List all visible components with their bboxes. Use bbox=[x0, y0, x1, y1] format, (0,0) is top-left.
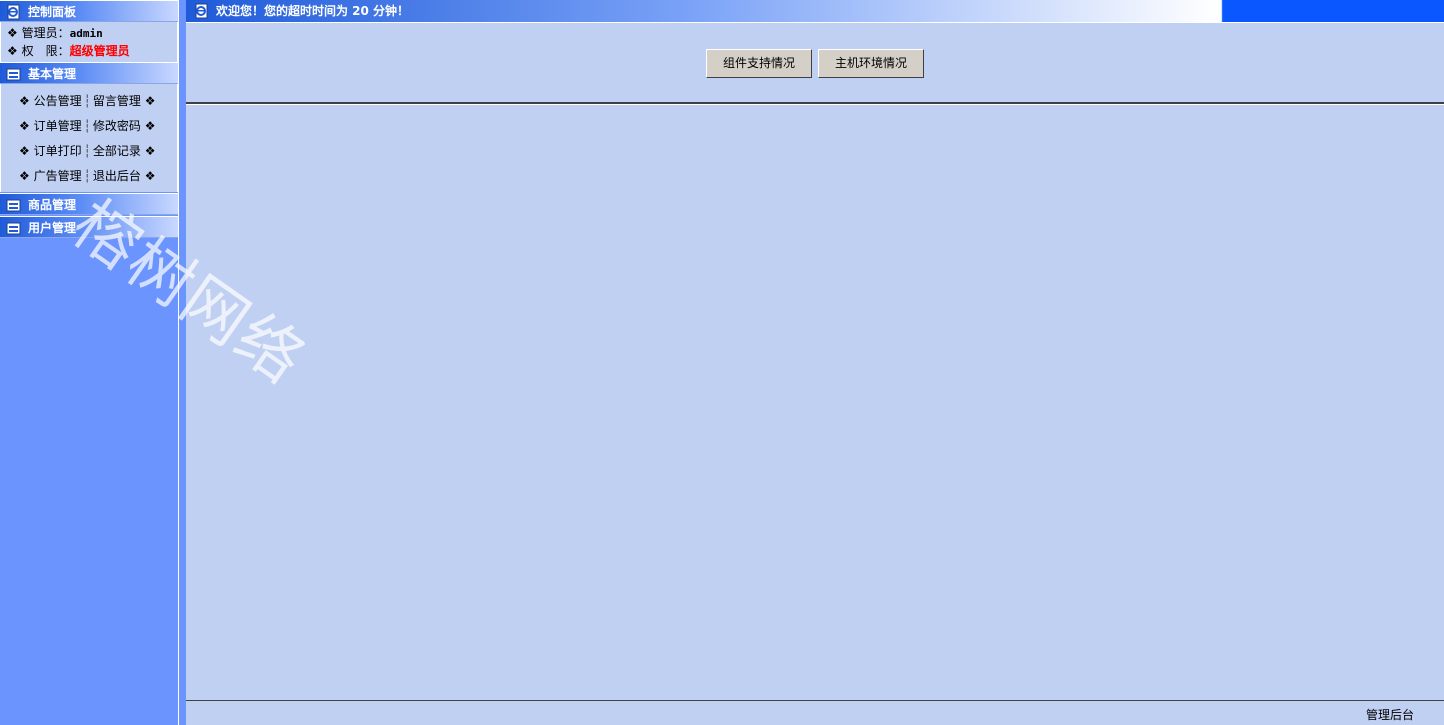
menu-link-notice[interactable]: 公告管理 bbox=[34, 94, 82, 108]
role-row: ❖ 权 限：超级管理员 bbox=[7, 42, 177, 60]
user-management-header[interactable]: 用户管理 bbox=[0, 216, 178, 238]
control-panel-title: 控制面板 bbox=[28, 5, 77, 19]
admin-label: 管理员： bbox=[21, 26, 70, 40]
menu-separator: ┆ bbox=[83, 119, 91, 133]
bullet-icon: ❖ bbox=[144, 169, 156, 183]
menu-link-messages[interactable]: 留言管理 bbox=[93, 94, 141, 108]
welcome-text: 欢迎您！您的超时时间为 20 分钟！ bbox=[216, 4, 410, 18]
menu-separator: ┆ bbox=[83, 94, 91, 108]
goods-management-title: 商品管理 bbox=[28, 198, 77, 212]
bullet-icon: ❖ bbox=[144, 144, 156, 158]
folder-icon bbox=[6, 68, 21, 81]
menu-row: ❖ 广告管理 ┆ 退出后台 ❖ bbox=[19, 164, 177, 189]
bullet-icon: ❖ bbox=[19, 94, 30, 108]
toolbar: 组件支持情况 主机环境情况 bbox=[186, 22, 1444, 103]
basic-management-body: ❖ 公告管理 ┆ 留言管理 ❖ ❖ 订单管理 ┆ 修改密码 ❖ ❖ 订单打印 ┆ 全部记录 … bbox=[0, 84, 178, 192]
bullet-icon: ❖ bbox=[144, 94, 156, 108]
content-area bbox=[186, 105, 1444, 700]
bullet-icon: ❖ bbox=[7, 26, 18, 40]
control-panel-header[interactable]: 控制面板 bbox=[0, 0, 178, 22]
basic-management-title: 基本管理 bbox=[28, 67, 77, 81]
bullet-icon: ❖ bbox=[19, 119, 30, 133]
menu-link-logout[interactable]: 退出后台 bbox=[93, 169, 141, 183]
host-environment-button[interactable]: 主机环境情况 bbox=[818, 49, 924, 78]
menu-link-orders[interactable]: 订单管理 bbox=[34, 119, 82, 133]
user-management-title: 用户管理 bbox=[28, 221, 77, 235]
menu-row: ❖ 订单管理 ┆ 修改密码 ❖ bbox=[19, 114, 177, 139]
bullet-icon: ❖ bbox=[19, 169, 30, 183]
menu-link-order-print[interactable]: 订单打印 bbox=[34, 144, 82, 158]
menu-separator: ┆ bbox=[83, 144, 91, 158]
menu-link-ads[interactable]: 广告管理 bbox=[34, 169, 82, 183]
bullet-icon: ❖ bbox=[19, 144, 30, 158]
admin-row: ❖ 管理员：admin bbox=[7, 24, 177, 42]
ie-page-icon bbox=[195, 3, 208, 19]
role-value: 超级管理员 bbox=[69, 44, 130, 58]
sidebar: 控制面板 ❖ 管理员：admin ❖ 权 限：超级管理员 基本管理 ❖ 公告管理… bbox=[0, 0, 178, 725]
bullet-icon: ❖ bbox=[144, 119, 156, 133]
component-support-button[interactable]: 组件支持情况 bbox=[706, 49, 812, 78]
basic-management-header[interactable]: 基本管理 bbox=[0, 62, 178, 84]
folder-icon bbox=[6, 199, 21, 212]
footer: 管理后台 bbox=[186, 701, 1444, 725]
menu-link-all-records[interactable]: 全部记录 bbox=[93, 144, 141, 158]
frame-divider[interactable] bbox=[178, 0, 186, 725]
main-content: 欢迎您！您的超时时间为 20 分钟！ 组件支持情况 主机环境情况 管理后台 bbox=[186, 0, 1444, 725]
footer-text: 管理后台 bbox=[1365, 708, 1414, 722]
menu-row: ❖ 订单打印 ┆ 全部记录 ❖ bbox=[19, 139, 177, 164]
welcome-bar: 欢迎您！您的超时时间为 20 分钟！ bbox=[186, 0, 1444, 22]
menu-separator: ┆ bbox=[83, 169, 91, 183]
menu-link-change-password[interactable]: 修改密码 bbox=[93, 119, 141, 133]
role-label: 权 限： bbox=[21, 44, 70, 58]
goods-management-header[interactable]: 商品管理 bbox=[0, 193, 178, 215]
menu-row: ❖ 公告管理 ┆ 留言管理 ❖ bbox=[19, 89, 177, 114]
ie-page-icon bbox=[7, 4, 20, 20]
admin-value: admin bbox=[69, 27, 103, 40]
folder-icon bbox=[6, 222, 21, 235]
control-panel-body: ❖ 管理员：admin ❖ 权 限：超级管理员 bbox=[0, 22, 178, 62]
bullet-icon: ❖ bbox=[7, 44, 18, 58]
